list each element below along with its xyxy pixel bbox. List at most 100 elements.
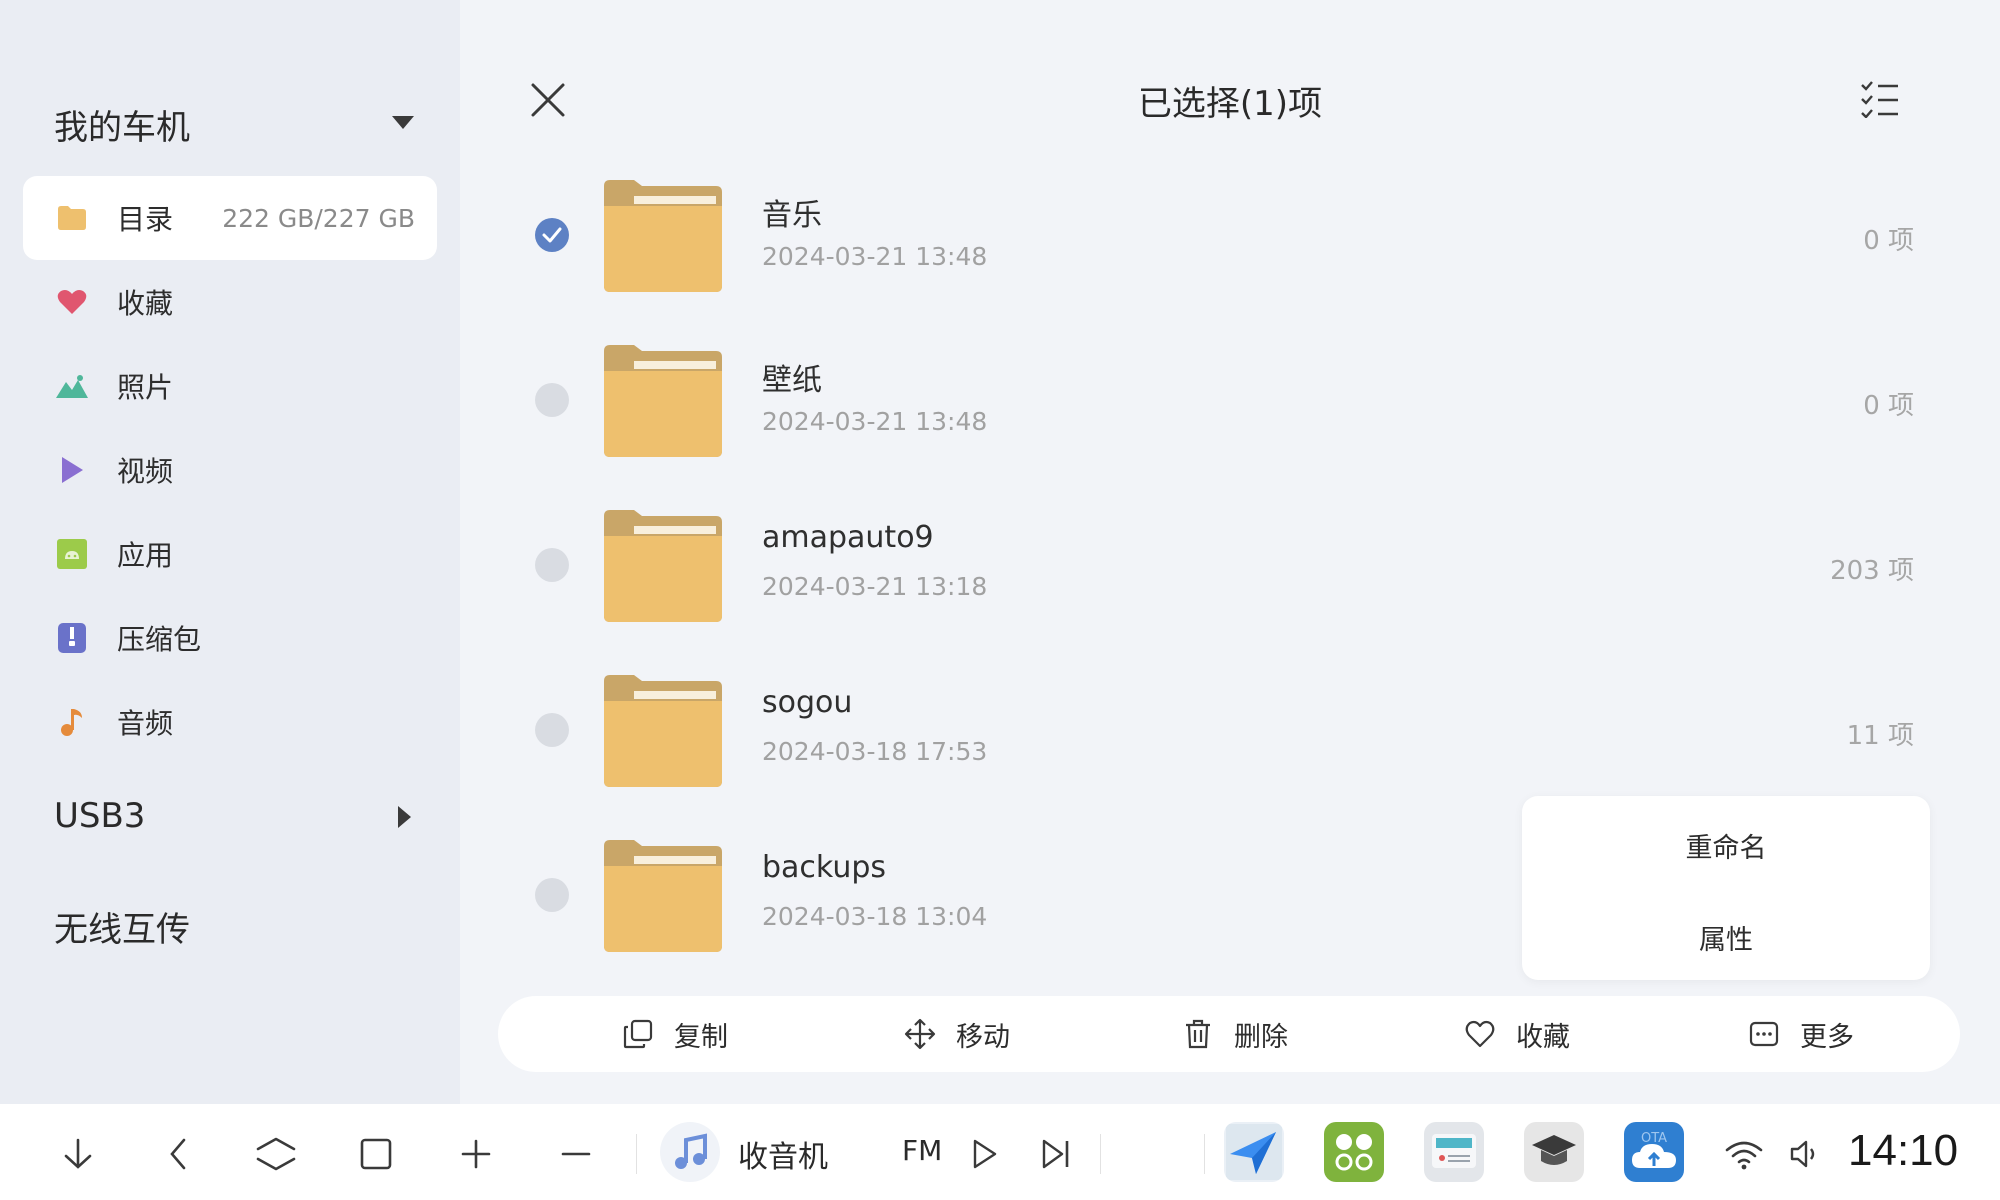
list-item[interactable]: amapauto9 2024-03-21 13:18 203 项 (460, 488, 2000, 653)
checkbox[interactable] (535, 548, 569, 582)
play-icon[interactable] (964, 1134, 1004, 1174)
item-count: 203 项 (1830, 556, 1914, 586)
list-item[interactable]: 壁纸 2024-03-21 13:48 0 项 (460, 323, 2000, 488)
more-dots-icon (1748, 1018, 1780, 1050)
android-app-icon (56, 538, 88, 570)
list-item[interactable]: sogou 2024-03-18 17:53 11 项 (460, 653, 2000, 818)
file-name: sogou (762, 685, 853, 720)
page-title: 已选择(1)项 (1137, 84, 1323, 124)
navigation-app-icon[interactable] (1224, 1122, 1284, 1182)
heart-outline-icon (1464, 1018, 1496, 1050)
play-icon (56, 454, 88, 486)
sidebar: 我的车机 目录 222 GB/227 GB 收藏 照片 视频 应用 压缩包 音频… (0, 0, 460, 1104)
sidebar-item-label: 应用 (117, 539, 174, 572)
check-icon (542, 227, 562, 243)
mountain-photo-icon (56, 370, 88, 402)
checkbox[interactable] (535, 713, 569, 747)
file-date: 2024-03-18 17:53 (762, 737, 988, 766)
trash-icon (1182, 1018, 1214, 1050)
copy-button[interactable]: 复制 (622, 996, 728, 1072)
device-title[interactable]: 我的车机 (54, 100, 190, 149)
wireless-transfer-title[interactable]: 无线互传 (54, 902, 190, 951)
sidebar-item-favorites[interactable]: 收藏 (23, 260, 437, 344)
sidebar-item-label: 照片 (117, 371, 174, 404)
ota-cloud-icon[interactable]: OTA (1624, 1122, 1684, 1182)
home-diamond-icon[interactable] (256, 1134, 296, 1174)
delete-label: 删除 (1234, 1021, 1288, 1053)
file-date: 2024-03-18 13:04 (762, 902, 988, 931)
usb-title[interactable]: USB3 (54, 796, 145, 836)
favorite-label: 收藏 (1516, 1021, 1570, 1053)
storage-usage: 222 GB/227 GB (222, 203, 415, 233)
checkbox[interactable] (535, 878, 569, 912)
sidebar-item-label: 视频 (117, 455, 174, 488)
menu-item-properties[interactable]: 属性 (1522, 918, 1930, 957)
sidebar-item-audio[interactable]: 音频 (23, 680, 437, 764)
sidebar-item-label: 收藏 (117, 287, 174, 320)
folder-icon (604, 345, 722, 457)
more-button[interactable]: 更多 (1748, 996, 1854, 1072)
sidebar-item-photos[interactable]: 照片 (23, 344, 437, 428)
checkbox[interactable] (535, 383, 569, 417)
item-count: 0 项 (1863, 391, 1914, 421)
caret-right-icon[interactable] (398, 806, 412, 828)
system-bar: 收音机 FM OTA 14:10 (0, 1104, 2000, 1200)
clock: 14:10 (1848, 1126, 1959, 1175)
folder-icon (604, 675, 722, 787)
folder-icon (604, 180, 722, 292)
file-name: backups (762, 850, 887, 885)
music-note-icon (56, 706, 88, 738)
checklist-icon[interactable] (1860, 80, 1900, 118)
divider (636, 1134, 637, 1174)
fm-label: FM (902, 1134, 943, 1167)
apps-grid-icon[interactable] (1324, 1122, 1384, 1182)
volume-minus-icon[interactable] (556, 1134, 596, 1174)
zip-icon (56, 622, 88, 654)
divider (1100, 1134, 1101, 1174)
item-count: 11 项 (1846, 721, 1914, 751)
sidebar-item-label: 压缩包 (117, 623, 202, 656)
ota-label: OTA (1641, 1131, 1667, 1146)
file-date: 2024-03-21 13:18 (762, 572, 988, 601)
folder-icon (604, 840, 722, 952)
sidebar-item-videos[interactable]: 视频 (23, 428, 437, 512)
file-date: 2024-03-21 13:48 (762, 407, 988, 436)
file-name: 壁纸 (762, 363, 822, 398)
file-name: amapauto9 (762, 520, 934, 555)
list-item[interactable]: 音乐 2024-03-21 13:48 0 项 (460, 158, 2000, 323)
heart-icon (56, 286, 88, 318)
caret-down-icon[interactable] (392, 116, 414, 130)
file-name: 音乐 (762, 198, 822, 233)
speaker-icon[interactable] (1786, 1134, 1826, 1174)
radio-music-icon[interactable] (660, 1122, 720, 1182)
folder-icon (604, 510, 722, 622)
divider (1204, 1134, 1205, 1174)
arrow-down-icon[interactable] (58, 1134, 98, 1174)
volume-plus-icon[interactable] (456, 1134, 496, 1174)
media-app-icon[interactable] (1424, 1122, 1484, 1182)
file-date: 2024-03-21 13:48 (762, 242, 988, 271)
delete-button[interactable]: 删除 (1182, 996, 1288, 1072)
folder-icon (56, 202, 88, 234)
move-label: 移动 (956, 1021, 1010, 1053)
sidebar-item-label: 音频 (117, 707, 174, 740)
move-button[interactable]: 移动 (904, 996, 1010, 1072)
favorite-button[interactable]: 收藏 (1464, 996, 1570, 1072)
copy-label: 复制 (674, 1021, 728, 1053)
wifi-icon (1724, 1134, 1764, 1174)
graduation-cap-icon[interactable] (1524, 1122, 1584, 1182)
sidebar-item-apps[interactable]: 应用 (23, 512, 437, 596)
action-bar: 复制 移动 删除 收藏 更多 (498, 996, 1960, 1072)
sidebar-item-label: 目录 (117, 203, 174, 236)
skip-next-icon[interactable] (1036, 1134, 1076, 1174)
recents-square-icon[interactable] (356, 1134, 396, 1174)
sidebar-item-directory[interactable]: 目录 222 GB/227 GB (23, 176, 437, 260)
context-menu: 重命名 属性 (1522, 796, 1930, 980)
copy-icon (622, 1018, 654, 1050)
radio-label[interactable]: 收音机 (738, 1132, 828, 1176)
back-icon[interactable] (158, 1134, 198, 1174)
sidebar-item-archives[interactable]: 压缩包 (23, 596, 437, 680)
menu-item-rename[interactable]: 重命名 (1522, 826, 1930, 865)
move-arrows-icon (904, 1018, 936, 1050)
checkbox-checked[interactable] (535, 218, 569, 252)
